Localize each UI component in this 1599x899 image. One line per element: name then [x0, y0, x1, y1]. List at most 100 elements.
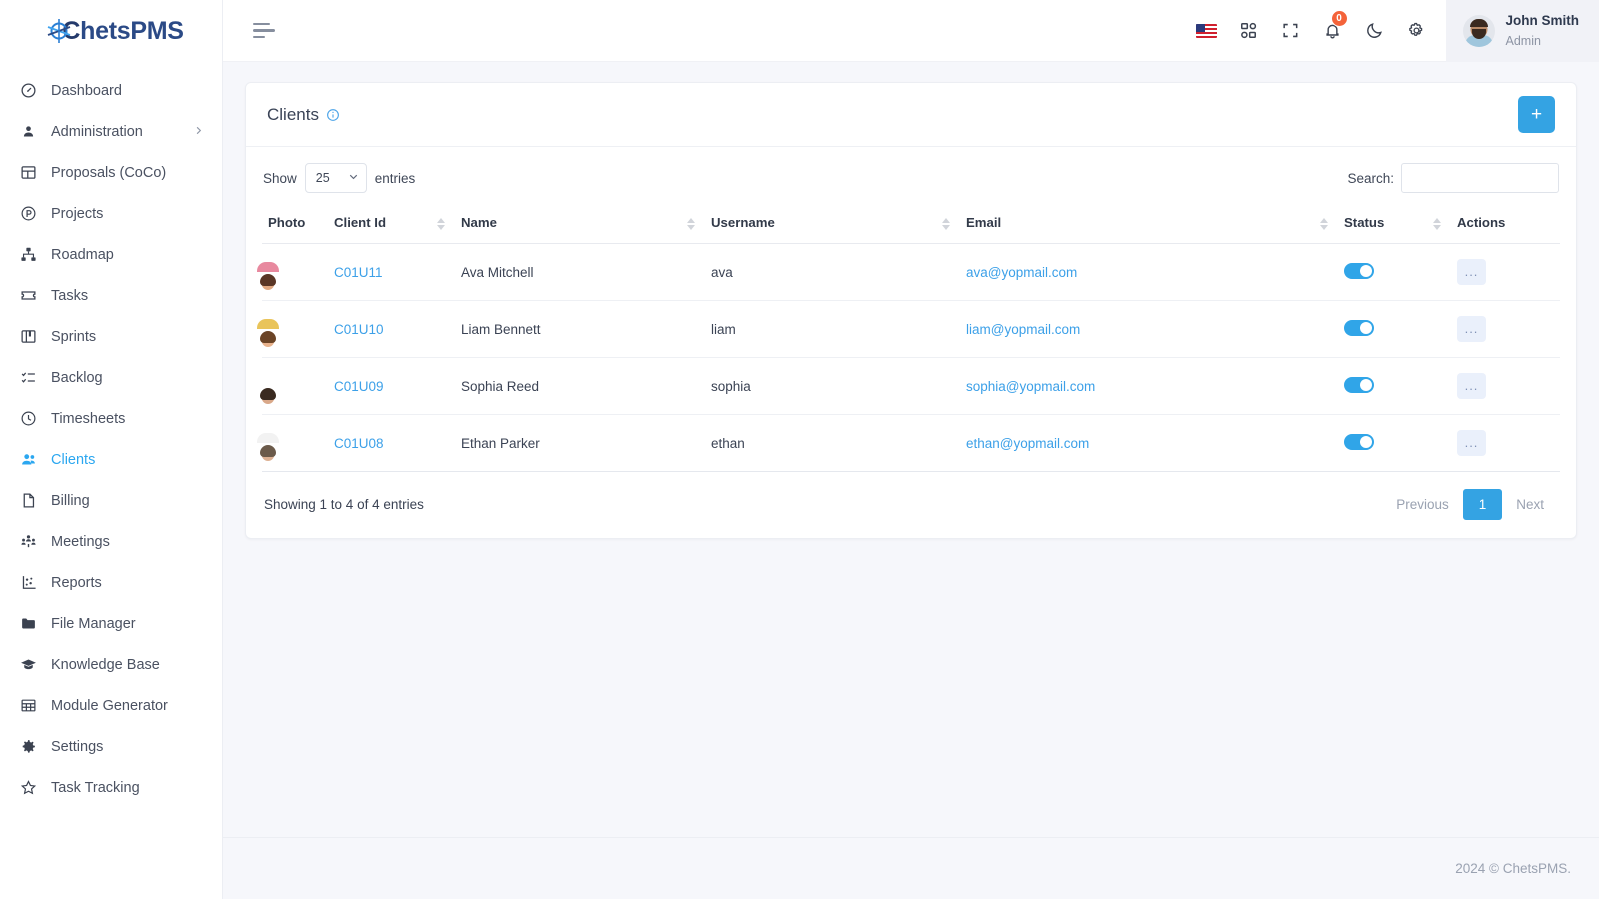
sidebar-item-administration[interactable]: Administration — [0, 111, 222, 152]
sidebar-item-sprints[interactable]: Sprints — [0, 316, 222, 357]
status-toggle[interactable] — [1344, 433, 1374, 450]
cell-client-id: C01U09 — [328, 357, 455, 415]
client-id-link[interactable]: C01U10 — [334, 322, 384, 337]
table-footer: Showing 1 to 4 of 4 entries Previous 1 N… — [262, 472, 1560, 538]
cell-username: ava — [705, 243, 960, 301]
search-control: Search: — [1347, 163, 1559, 193]
graduation-cap-icon — [20, 656, 42, 673]
sidebar-item-label: File Manager — [51, 615, 136, 632]
brand[interactable]: ChetsPMS — [0, 0, 222, 62]
email-link[interactable]: sophia@yopmail.com — [966, 379, 1095, 394]
sidebar-item-roadmap[interactable]: Roadmap — [0, 234, 222, 275]
sidebar-item-backlog[interactable]: Backlog — [0, 357, 222, 398]
sidebar-item-projects[interactable]: Projects — [0, 193, 222, 234]
checklist-icon — [20, 369, 42, 386]
pagination-page-1[interactable]: 1 — [1462, 489, 1503, 520]
sidebar-item-label: Tasks — [51, 287, 89, 304]
page-size-select[interactable]: 10 25 50 100 — [304, 163, 367, 193]
flag-canton — [1196, 23, 1205, 32]
info-circle-icon[interactable] — [326, 108, 340, 122]
email-link[interactable]: ethan@yopmail.com — [966, 436, 1089, 451]
table-head: Photo Client Id Name Username Email Stat… — [262, 205, 1560, 244]
sidebar-item-proposals[interactable]: Proposals (CoCo) — [0, 152, 222, 193]
row-actions-button[interactable]: ... — [1457, 259, 1486, 285]
sidebar-item-task-tracking[interactable]: Task Tracking — [0, 767, 222, 808]
sidebar-item-label: Administration — [51, 123, 143, 140]
file-icon — [20, 492, 42, 509]
row-actions-button[interactable]: ... — [1457, 373, 1486, 399]
page-length-control: Show 10 25 50 100 — [263, 163, 415, 193]
cell-email: ethan@yopmail.com — [960, 414, 1338, 472]
cell-photo — [257, 357, 328, 415]
email-link[interactable]: ava@yopmail.com — [966, 265, 1077, 280]
column-header-username[interactable]: Username — [705, 205, 960, 244]
column-header-name[interactable]: Name — [455, 205, 705, 244]
sidebar-item-label: Meetings — [51, 533, 110, 550]
client-id-link[interactable]: C01U08 — [334, 436, 384, 451]
cell-actions: ... — [1451, 243, 1560, 301]
main-area: 0 John Smith Admin Clients + Show 25 ent… — [223, 0, 1599, 899]
client-id-link[interactable]: C01U09 — [334, 379, 384, 394]
brand-name-rest: hetsPMS — [80, 16, 184, 45]
sidebar-item-file-manager[interactable]: File Manager — [0, 603, 222, 644]
sidebar-item-billing[interactable]: Billing — [0, 480, 222, 521]
sidebar-item-knowledge-base[interactable]: Knowledge Base — [0, 644, 222, 685]
dark-mode-moon-icon[interactable] — [1354, 0, 1396, 62]
sidebar-item-dashboard[interactable]: Dashboard — [0, 70, 222, 111]
language-flag-us-icon[interactable] — [1186, 0, 1228, 62]
table-header-row: Photo Client Id Name Username Email Stat… — [262, 205, 1560, 244]
sidebar-item-reports[interactable]: Reports — [0, 562, 222, 603]
search-input[interactable] — [1401, 163, 1559, 193]
row-actions-button[interactable]: ... — [1457, 316, 1486, 342]
column-header-status[interactable]: Status — [1338, 205, 1451, 244]
cell-email: ava@yopmail.com — [960, 243, 1338, 301]
client-id-link[interactable]: C01U11 — [334, 265, 383, 280]
sidebar-item-label: Sprints — [51, 328, 97, 345]
status-toggle[interactable] — [1344, 319, 1374, 336]
table-body: C01U11 Ava Mitchell ava ava@yopmail.com — [257, 243, 1560, 472]
table-row: C01U08 Ethan Parker ethan ethan@yopmail.… — [257, 414, 1560, 472]
copyright-text: 2024 © ChetsPMS. — [1455, 861, 1571, 876]
settings-gear-icon[interactable] — [1396, 0, 1438, 62]
avatar — [1462, 14, 1495, 47]
profile-role: Admin — [1505, 33, 1541, 48]
sidebar-item-tasks[interactable]: Tasks — [0, 275, 222, 316]
folder-icon — [20, 615, 42, 632]
column-label: Email — [966, 215, 1002, 230]
fullscreen-icon[interactable] — [1270, 0, 1312, 62]
scatter-chart-icon — [20, 574, 42, 591]
pagination-next[interactable]: Next — [1502, 489, 1558, 520]
sidebar-item-label: Proposals (CoCo) — [51, 164, 167, 181]
notifications-bell-icon[interactable]: 0 — [1312, 0, 1354, 62]
status-toggle[interactable] — [1344, 262, 1374, 279]
cell-name: Ethan Parker — [455, 414, 705, 472]
sidebar-item-timesheets[interactable]: Timesheets — [0, 398, 222, 439]
column-header-client-id[interactable]: Client Id — [328, 205, 455, 244]
cell-photo — [257, 243, 328, 301]
row-actions-button[interactable]: ... — [1457, 430, 1486, 456]
sort-icon — [687, 218, 695, 230]
sort-icon — [437, 218, 445, 230]
profile-menu[interactable]: John Smith Admin — [1445, 0, 1599, 62]
column-label: Status — [1344, 215, 1385, 230]
column-label: Username — [711, 215, 775, 230]
pagination-previous[interactable]: Previous — [1382, 489, 1463, 520]
column-header-actions: Actions — [1451, 205, 1560, 244]
sidebar-item-clients[interactable]: Clients — [0, 439, 222, 480]
grid-table-icon — [20, 697, 42, 714]
hamburger-icon[interactable] — [253, 22, 277, 39]
cell-client-id: C01U08 — [328, 414, 455, 472]
sidebar-item-settings[interactable]: Settings — [0, 726, 222, 767]
sidebar-item-module-generator[interactable]: Module Generator — [0, 685, 222, 726]
email-link[interactable]: liam@yopmail.com — [966, 322, 1080, 337]
cell-actions: ... — [1451, 357, 1560, 415]
people-group-icon — [20, 533, 42, 550]
sidebar-item-meetings[interactable]: Meetings — [0, 521, 222, 562]
apps-grid-icon[interactable] — [1228, 0, 1270, 62]
chets-logo-icon — [44, 16, 74, 46]
sidebar-item-label: Dashboard — [51, 82, 122, 99]
status-toggle[interactable] — [1344, 376, 1374, 393]
column-header-email[interactable]: Email — [960, 205, 1338, 244]
sort-icon — [1433, 218, 1441, 230]
add-client-button[interactable]: + — [1518, 96, 1555, 133]
